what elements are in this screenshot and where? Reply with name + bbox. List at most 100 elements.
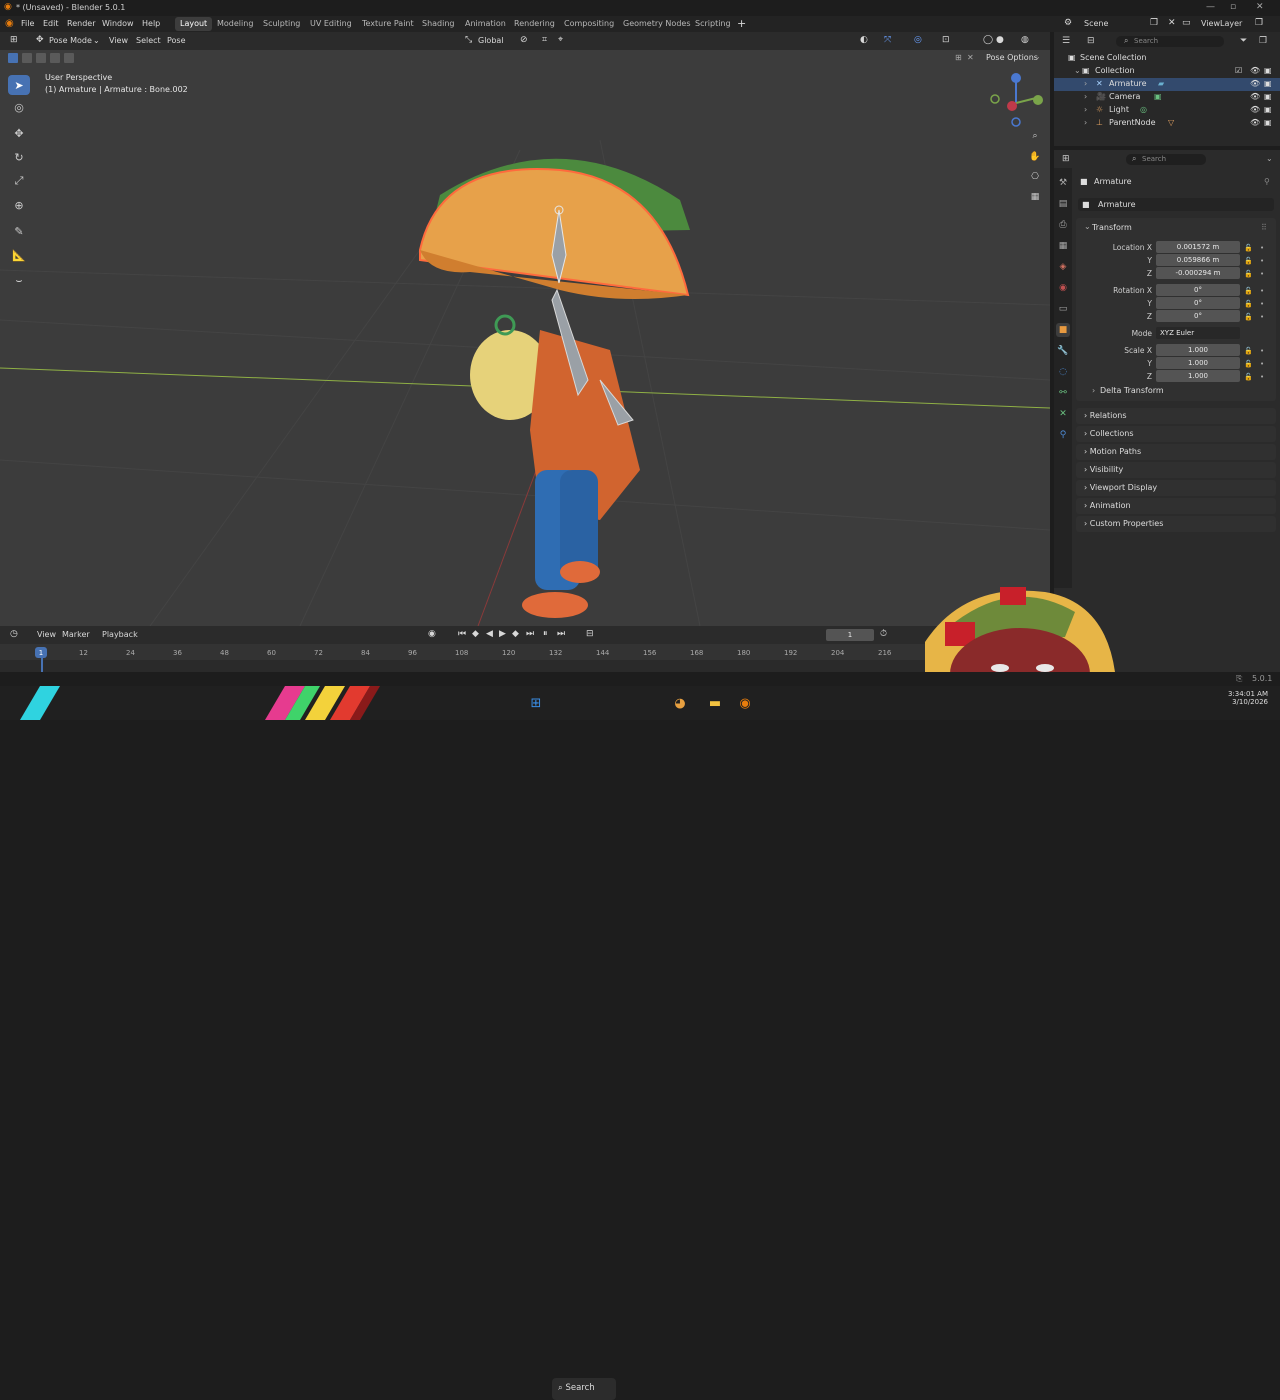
camera-render-icon[interactable]: ▣	[1264, 105, 1272, 114]
menu-help[interactable]: Help	[142, 19, 160, 28]
tab-uv-editing[interactable]: UV Editing	[305, 17, 357, 31]
panel-animation[interactable]: › Animation	[1076, 498, 1276, 514]
keying-icon[interactable]: ⏭	[557, 629, 565, 639]
outliner-row-light[interactable]: › ☼ Light ◎ 👁 ▣	[1054, 104, 1280, 117]
new-scene-icon[interactable]: ❐	[1150, 18, 1158, 28]
eye-icon[interactable]: 👁	[1250, 79, 1260, 88]
3d-viewport[interactable]: User Perspective (1) Armature | Armature…	[0, 50, 1050, 626]
keyframe-dot-icon[interactable]: •	[1260, 371, 1264, 384]
constraint-tab-icon[interactable]: ⚯	[1056, 386, 1070, 400]
camera-render-icon[interactable]: ▣	[1264, 66, 1272, 75]
menu-file[interactable]: File	[21, 19, 34, 28]
hand-pan-icon[interactable]: ✋	[1027, 149, 1043, 165]
camera-render-icon[interactable]: ▣	[1264, 79, 1272, 88]
location-z-field[interactable]: -0.000294 m	[1156, 267, 1240, 279]
maximize-icon[interactable]: ▫	[1230, 2, 1236, 12]
pin-icon[interactable]: ⚲	[1264, 177, 1270, 186]
taco-app-icon[interactable]: ◕	[671, 694, 689, 712]
file-explorer-icon[interactable]: ▬	[706, 694, 724, 712]
view-layer-tab-icon[interactable]: ▦	[1056, 239, 1070, 253]
annotate-tool-icon[interactable]: ✎	[8, 221, 30, 241]
chevron-right-icon[interactable]: ›	[1084, 105, 1087, 114]
visibility-icon[interactable]: ◐	[860, 35, 868, 45]
output-tab-icon[interactable]: ⎙	[1056, 218, 1070, 232]
play-reverse-icon[interactable]: ◀	[486, 629, 493, 639]
chevron-down-icon[interactable]: ⌄	[1074, 66, 1081, 75]
overlay-settings-icon[interactable]: ⊞	[955, 53, 962, 62]
object-tab-icon[interactable]: ■	[1056, 323, 1070, 337]
menu-render[interactable]: Render	[67, 19, 95, 28]
camera-render-icon[interactable]: ▣	[1264, 92, 1272, 101]
snap-icon[interactable]: ⌗	[542, 35, 547, 45]
tab-scripting[interactable]: Scripting	[690, 17, 736, 31]
minimize-icon[interactable]: —	[1206, 2, 1215, 12]
tab-compositing[interactable]: Compositing	[559, 17, 619, 31]
select-intersect-icon[interactable]	[64, 53, 74, 63]
pivot-icon[interactable]: ⊘	[520, 35, 528, 45]
tab-modeling[interactable]: Modeling	[212, 17, 258, 31]
properties-editor-icon[interactable]: ⊞	[1062, 154, 1070, 164]
location-y-field[interactable]: 0.059866 m	[1156, 254, 1240, 266]
lock-icon[interactable]: 🔓	[1244, 311, 1253, 324]
keyframe-dot-icon[interactable]: •	[1260, 268, 1264, 281]
chevron-down-icon[interactable]: ⌄	[1084, 222, 1091, 231]
remove-scene-icon[interactable]: ✕	[1168, 18, 1176, 28]
chevron-right-icon[interactable]: ›	[1092, 386, 1095, 395]
add-workspace-icon[interactable]: +	[737, 17, 746, 30]
play-icon[interactable]: ▶	[499, 629, 506, 639]
new-collection-icon[interactable]: ❐	[1259, 36, 1267, 46]
location-x-field[interactable]: 0.001572 m	[1156, 241, 1240, 253]
lock-icon[interactable]: 🔓	[1244, 298, 1253, 311]
render-tab-icon[interactable]: ▤	[1056, 197, 1070, 211]
measure-tool-icon[interactable]: 📐	[8, 245, 30, 265]
scale-y-field[interactable]: 1.000	[1156, 357, 1240, 369]
lock-icon[interactable]: 🔓	[1244, 358, 1253, 371]
outliner-search-input[interactable]: Search	[1116, 36, 1224, 47]
keyframe-dot-icon[interactable]: •	[1260, 345, 1264, 358]
scale-x-field[interactable]: 1.000	[1156, 344, 1240, 356]
eye-icon[interactable]: 👁	[1250, 66, 1260, 75]
menu-window[interactable]: Window	[102, 19, 134, 28]
delta-transform-subpanel[interactable]: Delta Transform	[1100, 386, 1164, 395]
scene-name[interactable]: Scene	[1084, 19, 1108, 28]
blender-menu-icon[interactable]: ◉	[5, 18, 14, 29]
select-extend-icon[interactable]	[22, 53, 32, 63]
tab-layout[interactable]: Layout	[175, 17, 213, 31]
lock-icon[interactable]: 🔓	[1244, 285, 1253, 298]
pose-options-button[interactable]: Pose Options	[986, 53, 1038, 62]
menu-select[interactable]: Select	[136, 36, 161, 45]
blender-taskbar-icon[interactable]: ◉	[736, 694, 754, 712]
properties-search-input[interactable]: Search	[1126, 154, 1206, 165]
select-subtract-icon[interactable]	[36, 53, 46, 63]
world-tab-icon[interactable]: ◉	[1056, 281, 1070, 295]
panel-viewport-display[interactable]: › Viewport Display	[1076, 480, 1276, 496]
outliner-editor-icon[interactable]: ☰	[1062, 36, 1070, 46]
scene-icon[interactable]: ⚙	[1064, 18, 1072, 28]
camera-view-icon[interactable]: ⎔	[1027, 169, 1043, 185]
tab-animation[interactable]: Animation	[460, 17, 511, 31]
panel-collections[interactable]: › Collections	[1076, 426, 1276, 442]
timeline-menu-marker[interactable]: Marker	[62, 630, 90, 639]
transform-panel-title[interactable]: Transform	[1092, 223, 1132, 232]
select-new-icon[interactable]	[8, 53, 18, 63]
keyframe-dot-icon[interactable]: •	[1260, 285, 1264, 298]
transform-tool-icon[interactable]: ⊕	[8, 195, 30, 215]
keyframe-dot-icon[interactable]: •	[1260, 358, 1264, 371]
keyframe-dot-icon[interactable]: •	[1260, 298, 1264, 311]
tab-texture-paint[interactable]: Texture Paint	[357, 17, 419, 31]
modifier-tab-icon[interactable]: 🔧	[1056, 344, 1070, 358]
panel-custom-properties[interactable]: › Custom Properties	[1076, 516, 1276, 532]
mode-selector[interactable]: Pose Mode	[49, 36, 92, 45]
lock-icon[interactable]: 🔓	[1244, 242, 1253, 255]
lock-icon[interactable]: 🔓	[1244, 345, 1253, 358]
chevron-right-icon[interactable]: ›	[1084, 92, 1087, 101]
rotation-mode-select[interactable]: XYZ Euler	[1156, 327, 1240, 339]
record-icon[interactable]: ◉	[428, 629, 436, 639]
display-mode-icon[interactable]: ⊟	[1087, 36, 1095, 46]
panel-relations[interactable]: › Relations	[1076, 408, 1276, 424]
armature-data-tab-icon[interactable]: ✕	[1056, 407, 1070, 421]
lock-icon[interactable]: 🔓	[1244, 371, 1253, 384]
rotation-z-field[interactable]: 0°	[1156, 310, 1240, 322]
panel-visibility[interactable]: › Visibility	[1076, 462, 1276, 478]
physics-tab-icon[interactable]: ◌	[1056, 365, 1070, 379]
